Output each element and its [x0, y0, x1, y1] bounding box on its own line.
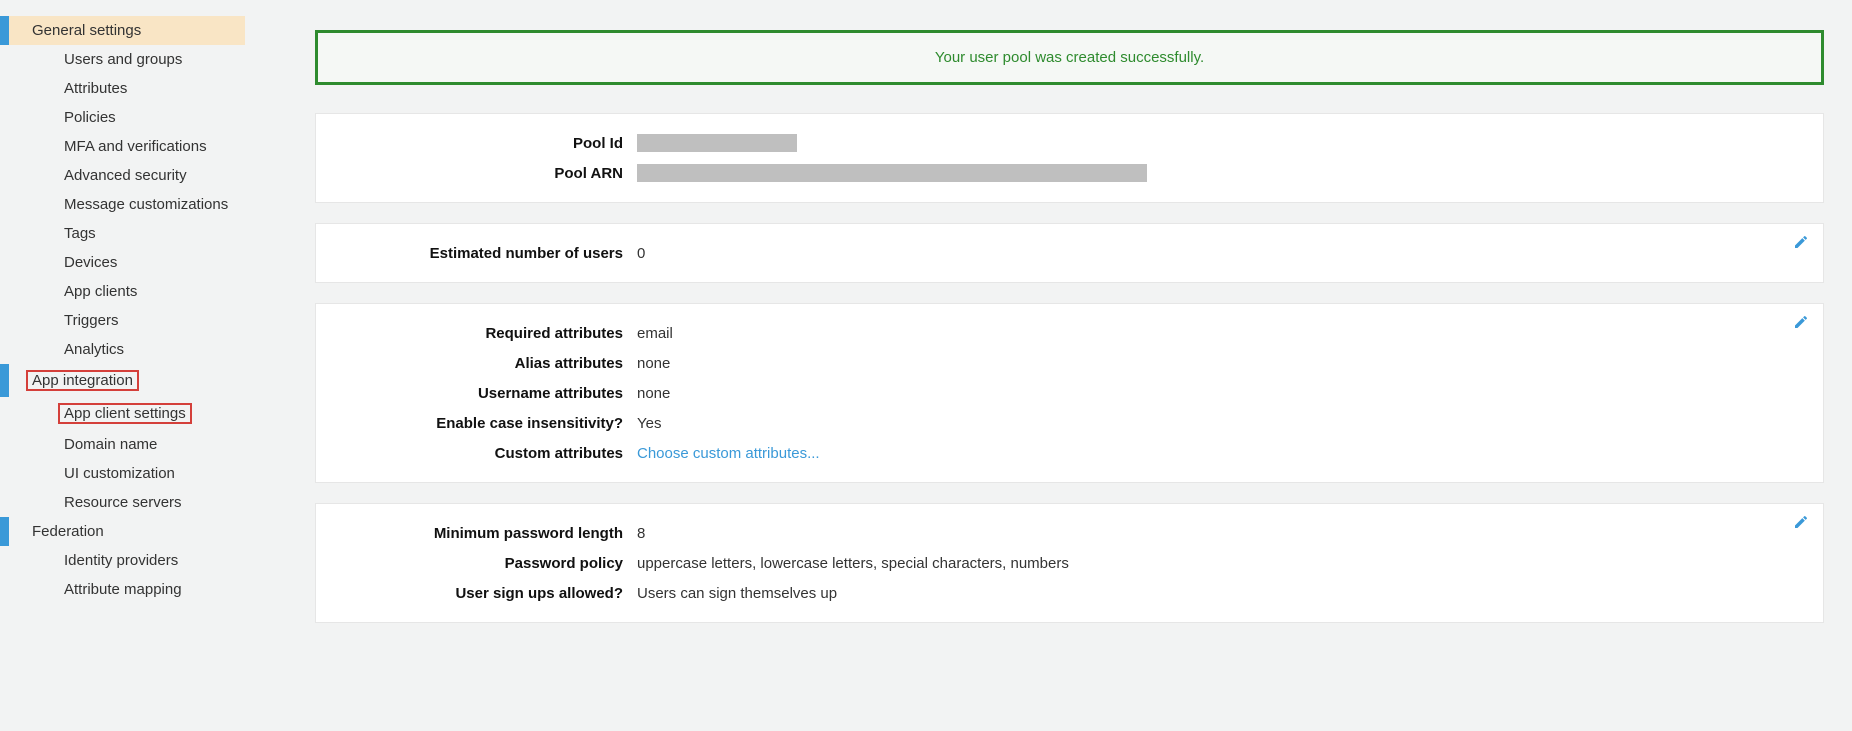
alert-message: Your user pool was created successfully. — [935, 49, 1204, 66]
nav-mfa-verifications[interactable]: MFA and verifications — [0, 132, 245, 161]
pool-info-panel: Pool Id Pool ARN — [315, 113, 1824, 203]
users-panel: Estimated number of users 0 — [315, 223, 1824, 283]
password-panel: Minimum password length 8 Password polic… — [315, 503, 1824, 623]
alias-attributes-row: Alias attributes none — [334, 348, 1805, 378]
required-attributes-row: Required attributes email — [334, 318, 1805, 348]
nav-tags[interactable]: Tags — [0, 219, 245, 248]
nav-domain-name[interactable]: Domain name — [0, 430, 245, 459]
nav-attributes[interactable]: Attributes — [0, 74, 245, 103]
required-attributes-value: email — [637, 325, 1805, 342]
nav-analytics[interactable]: Analytics — [0, 335, 245, 364]
required-attributes-label: Required attributes — [334, 325, 637, 342]
custom-attributes-link[interactable]: Choose custom attributes... — [637, 445, 820, 462]
nav-label: Users and groups — [64, 51, 182, 68]
nav-label: App integration — [32, 372, 133, 389]
nav-policies[interactable]: Policies — [0, 103, 245, 132]
nav-label: Policies — [64, 109, 116, 126]
main-content: Your user pool was created successfully.… — [245, 0, 1852, 673]
nav-app-client-settings[interactable]: App client settings — [0, 397, 245, 430]
case-insensitivity-label: Enable case insensitivity? — [334, 415, 637, 432]
nav-users-and-groups[interactable]: Users and groups — [0, 45, 245, 74]
case-insensitivity-row: Enable case insensitivity? Yes — [334, 408, 1805, 438]
pencil-icon — [1793, 514, 1809, 530]
pool-arn-label: Pool ARN — [334, 165, 637, 182]
nav-label: Identity providers — [64, 552, 178, 569]
alias-attributes-label: Alias attributes — [334, 355, 637, 372]
nav-triggers[interactable]: Triggers — [0, 306, 245, 335]
nav-label: Tags — [64, 225, 96, 242]
nav-devices[interactable]: Devices — [0, 248, 245, 277]
nav-label: Analytics — [64, 341, 124, 358]
estimated-users-label: Estimated number of users — [334, 245, 637, 262]
nav-label: Devices — [64, 254, 117, 271]
nav-label: Triggers — [64, 312, 118, 329]
nav-label: Domain name — [64, 436, 157, 453]
nav-label: Advanced security — [64, 167, 187, 184]
username-attributes-row: Username attributes none — [334, 378, 1805, 408]
nav-label: General settings — [32, 22, 141, 39]
custom-attributes-row: Custom attributes Choose custom attribut… — [334, 438, 1805, 468]
nav-label: Resource servers — [64, 494, 182, 511]
password-policy-row: Password policy uppercase letters, lower… — [334, 548, 1805, 578]
pool-arn-value — [637, 164, 1805, 182]
case-insensitivity-value: Yes — [637, 415, 1805, 432]
edit-password-button[interactable] — [1793, 514, 1809, 533]
password-policy-label: Password policy — [334, 555, 637, 572]
pool-id-row: Pool Id — [334, 128, 1805, 158]
pencil-icon — [1793, 234, 1809, 250]
attributes-panel: Required attributes email Alias attribut… — [315, 303, 1824, 483]
alias-attributes-value: none — [637, 355, 1805, 372]
username-attributes-value: none — [637, 385, 1805, 402]
success-alert: Your user pool was created successfully. — [315, 30, 1824, 85]
nav-federation[interactable]: Federation — [0, 517, 245, 546]
custom-attributes-label: Custom attributes — [334, 445, 637, 462]
nav-label: App client settings — [64, 405, 186, 422]
nav-label: App clients — [64, 283, 137, 300]
edit-users-button[interactable] — [1793, 234, 1809, 253]
user-signups-row: User sign ups allowed? Users can sign th… — [334, 578, 1805, 608]
highlight-app-integration: App integration — [26, 370, 139, 391]
nav-label: Federation — [32, 523, 104, 540]
nav-label: Attributes — [64, 80, 127, 97]
nav-attribute-mapping[interactable]: Attribute mapping — [0, 575, 245, 604]
user-signups-label: User sign ups allowed? — [334, 585, 637, 602]
estimated-users-row: Estimated number of users 0 — [334, 238, 1805, 268]
nav-label: MFA and verifications — [64, 138, 207, 155]
estimated-users-value: 0 — [637, 245, 1805, 262]
redacted-value — [637, 164, 1147, 182]
redacted-value — [637, 134, 797, 152]
username-attributes-label: Username attributes — [334, 385, 637, 402]
nav-label: UI customization — [64, 465, 175, 482]
user-signups-value: Users can sign themselves up — [637, 585, 1805, 602]
nav-identity-providers[interactable]: Identity providers — [0, 546, 245, 575]
nav-label: Attribute mapping — [64, 581, 182, 598]
password-policy-value: uppercase letters, lowercase letters, sp… — [637, 555, 1805, 572]
pool-id-label: Pool Id — [334, 135, 637, 152]
pool-arn-row: Pool ARN — [334, 158, 1805, 188]
nav-resource-servers[interactable]: Resource servers — [0, 488, 245, 517]
nav-ui-customization[interactable]: UI customization — [0, 459, 245, 488]
nav-general-settings[interactable]: General settings — [0, 16, 245, 45]
min-password-length-row: Minimum password length 8 — [334, 518, 1805, 548]
pencil-icon — [1793, 314, 1809, 330]
nav-app-clients[interactable]: App clients — [0, 277, 245, 306]
edit-attributes-button[interactable] — [1793, 314, 1809, 333]
nav-label: Message customizations — [64, 196, 228, 213]
highlight-app-client-settings: App client settings — [58, 403, 192, 424]
nav-advanced-security[interactable]: Advanced security — [0, 161, 245, 190]
nav-message-customizations[interactable]: Message customizations — [0, 190, 245, 219]
min-password-length-label: Minimum password length — [334, 525, 637, 542]
nav-app-integration[interactable]: App integration — [0, 364, 245, 397]
pool-id-value — [637, 134, 1805, 152]
sidebar: General settings Users and groups Attrib… — [0, 0, 245, 673]
min-password-length-value: 8 — [637, 525, 1805, 542]
